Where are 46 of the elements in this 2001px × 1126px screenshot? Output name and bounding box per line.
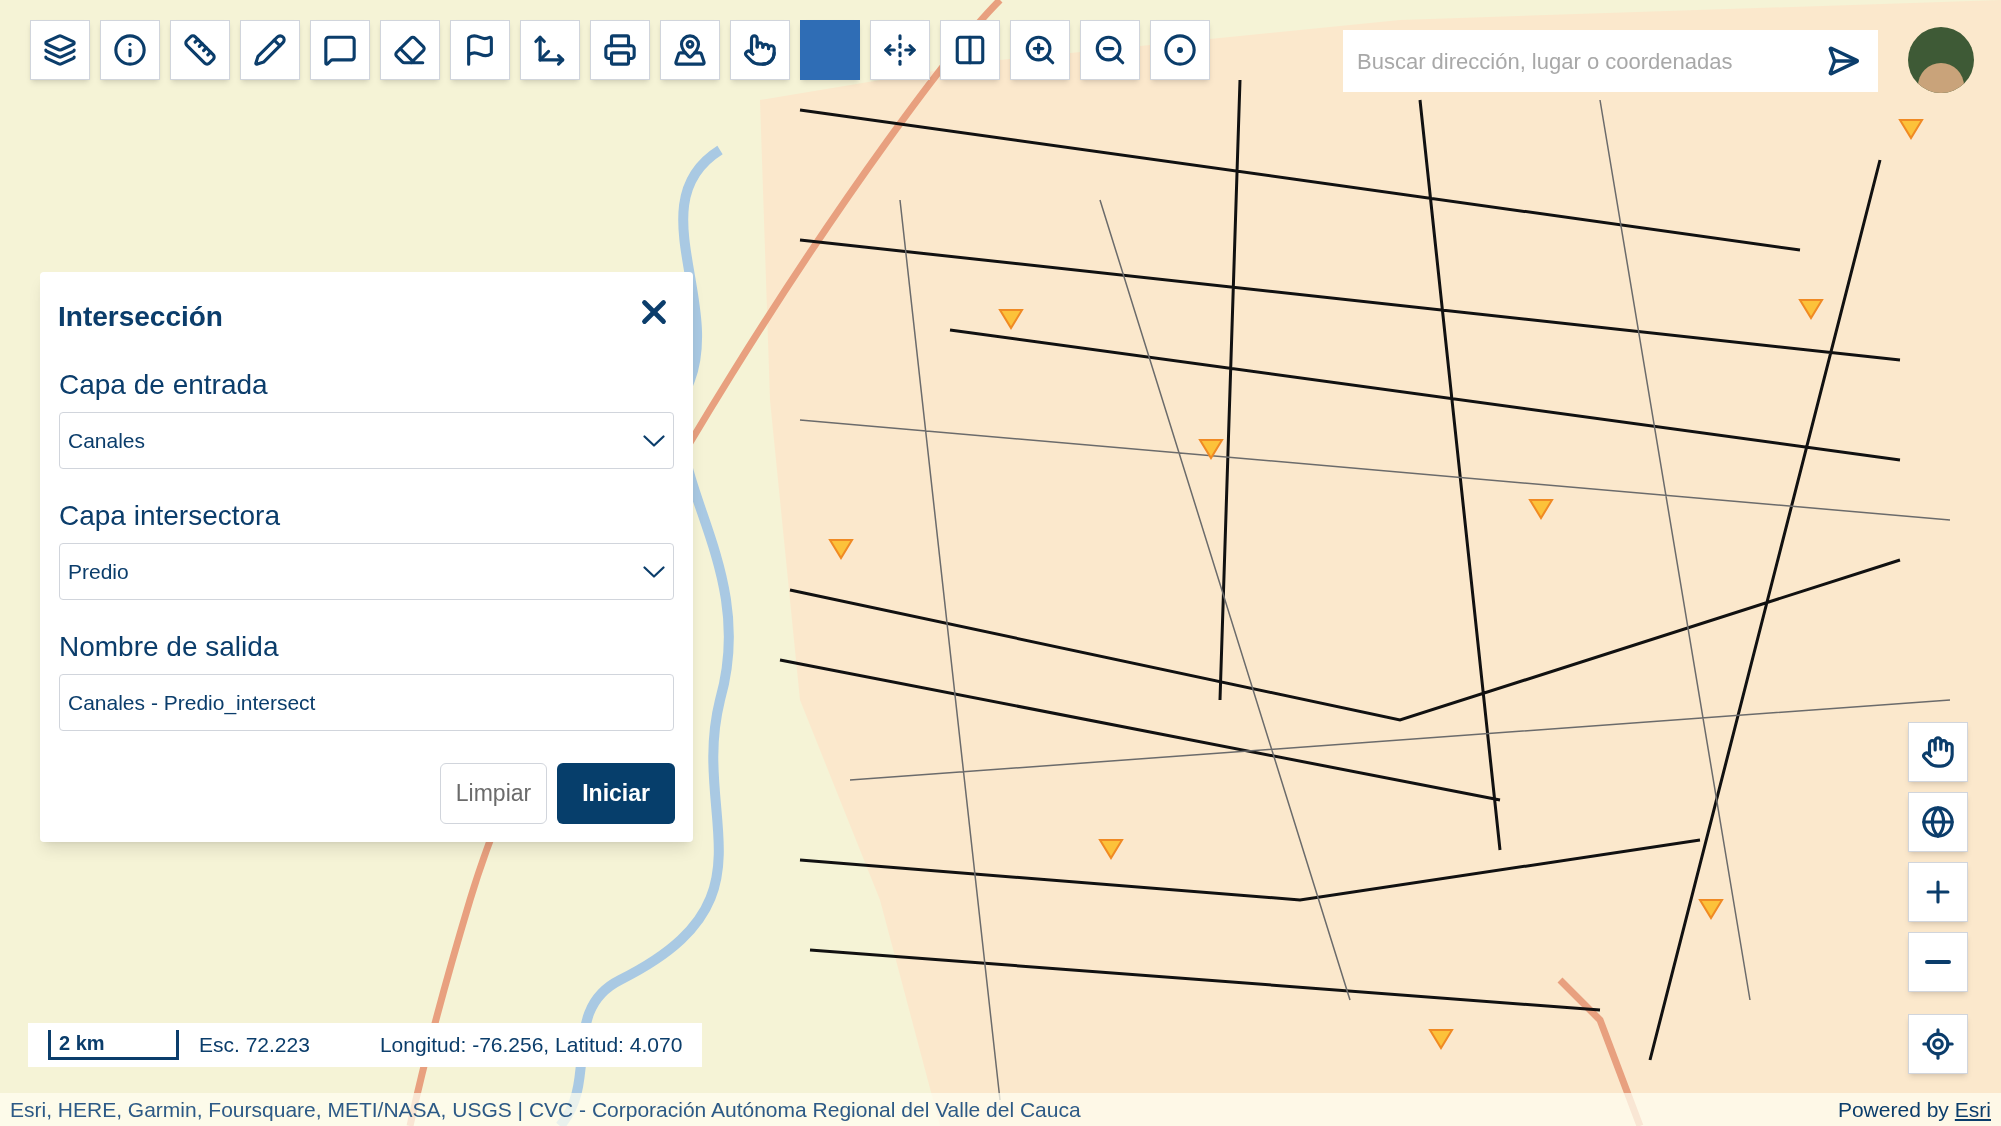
powered-by-text: Powered by	[1837, 1096, 1949, 1123]
start-button[interactable]: Iniciar	[557, 763, 675, 824]
select-value: Canales	[68, 427, 146, 454]
zoom-out-icon	[1093, 33, 1127, 67]
layer-select[interactable]: Canales	[59, 412, 674, 469]
esri-link[interactable]: Esri	[1954, 1093, 1991, 1126]
field-label: Nombre de salida	[59, 630, 280, 664]
locate-button[interactable]	[1908, 1014, 1968, 1074]
field-label: Capa de entrada	[59, 368, 269, 402]
scale-text: Esc. 72.223	[199, 1032, 310, 1059]
send-icon	[1826, 44, 1860, 78]
search-bar[interactable]: Buscar dirección, lugar o coordenadas	[1343, 30, 1878, 92]
field-label: Capa intersectora	[59, 499, 281, 533]
minus-icon	[1925, 960, 1951, 964]
zoom-in-icon	[1023, 33, 1057, 67]
info-icon	[113, 33, 147, 67]
chevron-down-icon	[643, 434, 665, 447]
locate-icon	[1921, 1027, 1955, 1061]
split-view-icon	[953, 33, 987, 67]
basemap-button[interactable]	[1908, 792, 1968, 852]
layers-icon	[43, 33, 77, 67]
pencil-icon	[253, 33, 287, 67]
swipe-icon	[883, 33, 917, 67]
target-dot-icon	[1163, 33, 1197, 67]
axes-icon	[533, 33, 567, 67]
scale-bar: 2 km	[48, 1030, 179, 1060]
pointer-hand-icon	[743, 33, 777, 67]
map-pin-icon	[673, 33, 707, 67]
pan-button[interactable]	[1908, 722, 1968, 782]
select-value: Predio	[68, 558, 129, 585]
zoom-in-button[interactable]	[1908, 862, 1968, 922]
eraser-icon	[393, 33, 427, 67]
search-field[interactable]: Buscar dirección, lugar o coordenadas	[1357, 44, 1814, 78]
attribution-text: Esri, HERE, Garmin, Foursquare, METI/NASA, USGS | CVC - Corporación Autónoma Regional del Valle del Cauca	[10, 1096, 1081, 1123]
globe-icon	[1921, 805, 1955, 839]
layer-select[interactable]: Predio	[59, 543, 674, 600]
printer-icon	[603, 33, 637, 67]
clear-button[interactable]: Limpiar	[439, 763, 548, 824]
ruler-icon	[183, 33, 217, 67]
output-name-field[interactable]: Canales - Predio_intersect	[59, 674, 674, 731]
speech-bubble-icon	[323, 33, 357, 67]
coordinates-text: Longitud: -76.256, Latitud: 4.070	[379, 1032, 683, 1059]
zoom-out-button[interactable]	[1908, 932, 1968, 992]
panel-title: Intersección	[58, 300, 223, 334]
hand-icon	[1921, 735, 1955, 769]
chevron-down-icon	[643, 565, 665, 578]
